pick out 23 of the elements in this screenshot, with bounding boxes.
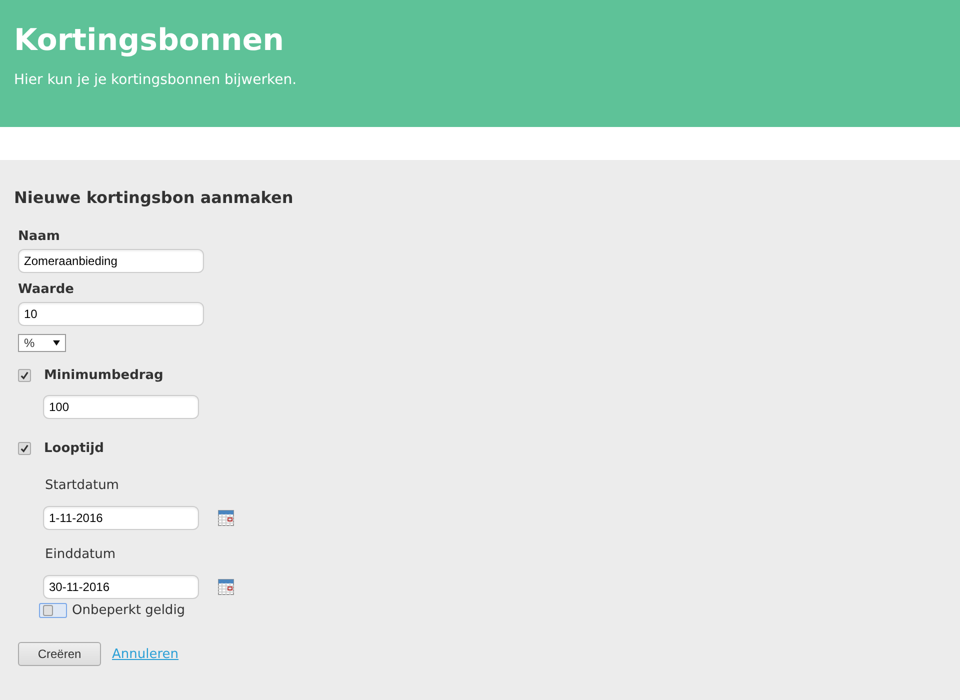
- field-label: Einddatum: [45, 547, 117, 562]
- page-title: Kortingsbonnen: [14, 22, 285, 60]
- toggle-label: Onbeperkt geldig: [72, 603, 186, 618]
- create-button[interactable]: Creëren: [18, 642, 101, 666]
- page-subtitle: Hier kun je je kortingsbonnen bijwerken.: [14, 72, 298, 88]
- toggle-switch[interactable]: [39, 603, 67, 618]
- checkbox-label: Looptijd: [44, 440, 104, 456]
- field-label: Startdatum: [45, 478, 120, 493]
- unit-dropdown[interactable]: %: [18, 334, 66, 352]
- caret-icon: [53, 340, 60, 346]
- input-field[interactable]: 10: [18, 302, 204, 326]
- calendar-icon[interactable]: [218, 579, 234, 595]
- checkbox[interactable]: [18, 442, 31, 454]
- field-label: Waarde: [18, 282, 75, 297]
- field-label: Naam: [18, 229, 61, 244]
- checkbox[interactable]: [18, 368, 31, 382]
- input-field[interactable]: 100: [43, 395, 199, 419]
- input-field[interactable]: 30-11-2016: [43, 575, 199, 599]
- form-title: Nieuwe kortingsbon aanmaken: [14, 188, 294, 207]
- input-field[interactable]: Zomeraanbieding: [18, 249, 204, 273]
- input-field[interactable]: 1-11-2016: [43, 506, 199, 530]
- checkbox-label: Minimumbedrag: [44, 368, 164, 382]
- calendar-icon[interactable]: [218, 510, 234, 526]
